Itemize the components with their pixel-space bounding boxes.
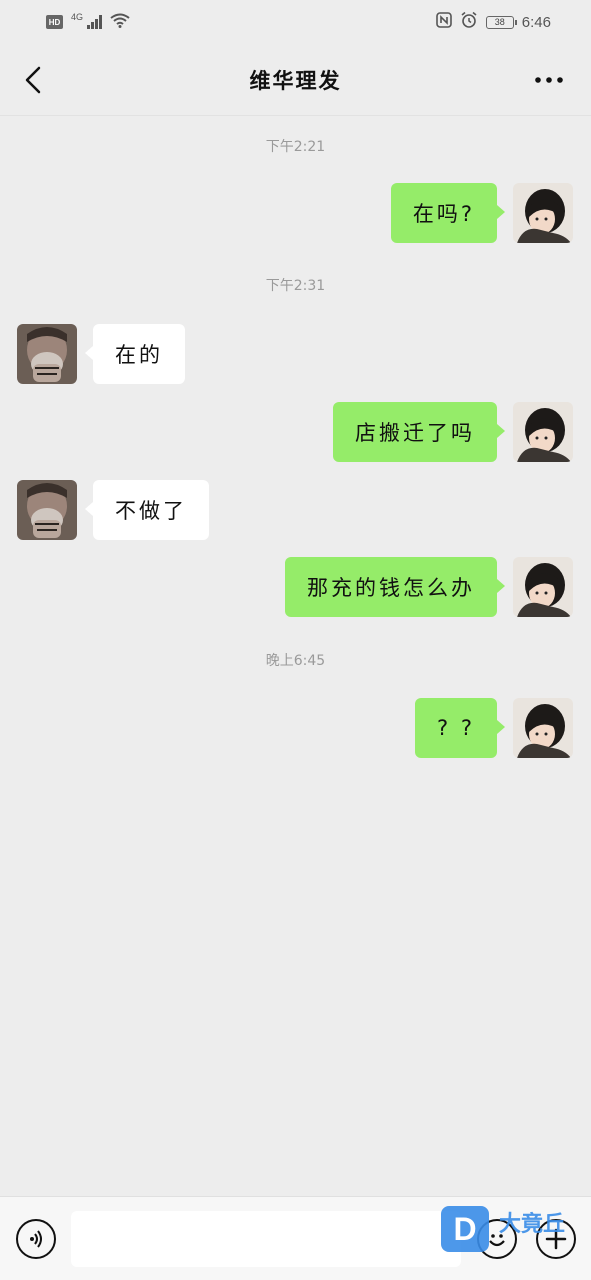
message-bubble[interactable]: 不做了 [85, 480, 209, 540]
more-dots-icon [535, 77, 563, 83]
avatar-self[interactable] [513, 557, 573, 617]
emoji-button[interactable] [477, 1219, 517, 1259]
voice-button[interactable] [16, 1219, 56, 1259]
status-right: 38 6:46 [435, 11, 551, 33]
message-bubble[interactable]: 在吗? [390, 183, 506, 243]
message-input[interactable] [71, 1211, 461, 1267]
message-row: ? ? [415, 698, 573, 758]
signal-icon [87, 15, 103, 29]
more-button[interactable] [529, 66, 569, 94]
back-button[interactable] [18, 64, 48, 96]
battery-icon: 38 [485, 15, 517, 29]
message-text: 不做了 [115, 499, 187, 523]
message-bubble[interactable]: 那充的钱怎么办 [285, 557, 505, 617]
message-bubble[interactable]: ? ? [415, 698, 505, 758]
message-row: 那充的钱怎么办 [285, 557, 573, 617]
avatar-contact[interactable] [17, 480, 77, 540]
status-left: HD 4G [46, 12, 130, 32]
hd-badge: HD [46, 15, 63, 29]
message-row: 店搬迁了吗 [333, 402, 573, 462]
emoji-icon [489, 1234, 505, 1247]
message-text: 店搬迁了吗 [355, 421, 475, 445]
message-text: 在的 [115, 343, 163, 367]
timestamp: 下午2:31 [265, 278, 326, 294]
input-bar [0, 1196, 591, 1280]
chat-header: 维华理发 [0, 44, 591, 116]
message-row: 在的 [17, 324, 185, 384]
timestamp: 下午2:21 [265, 139, 326, 155]
message-bubble[interactable]: 在的 [85, 324, 185, 384]
network-type: 4G [71, 12, 84, 22]
voice-icon [30, 1230, 42, 1248]
status-bar: HD 4G 38 6:46 [0, 0, 591, 44]
message-text: 那充的钱怎么办 [307, 576, 475, 600]
timestamp: 晚上6:45 [265, 653, 326, 669]
battery-level: 38 [494, 17, 505, 27]
chat-title: 维华理发 [249, 68, 342, 93]
message-text: ? ? [437, 716, 475, 740]
chat-screen: HD 4G 38 6:46 维华理发 下午2:21 在吗? 下午2:31 在的 … [0, 0, 591, 1280]
message-row: 不做了 [17, 480, 209, 540]
plus-icon [545, 1228, 567, 1250]
alarm-icon [460, 11, 478, 33]
avatar-contact[interactable] [17, 324, 77, 384]
avatar-self[interactable] [513, 402, 573, 462]
back-arrow-icon [25, 66, 41, 94]
message-bubble[interactable]: 店搬迁了吗 [333, 402, 505, 462]
status-time: 6:46 [521, 13, 551, 31]
avatar-self[interactable] [513, 698, 573, 758]
avatar-self[interactable] [513, 183, 573, 243]
nfc-icon [435, 12, 452, 32]
wifi-icon [110, 13, 130, 32]
message-text: 在吗? [412, 202, 475, 226]
message-row: 在吗? [390, 183, 573, 243]
more-functions-button[interactable] [536, 1219, 576, 1259]
